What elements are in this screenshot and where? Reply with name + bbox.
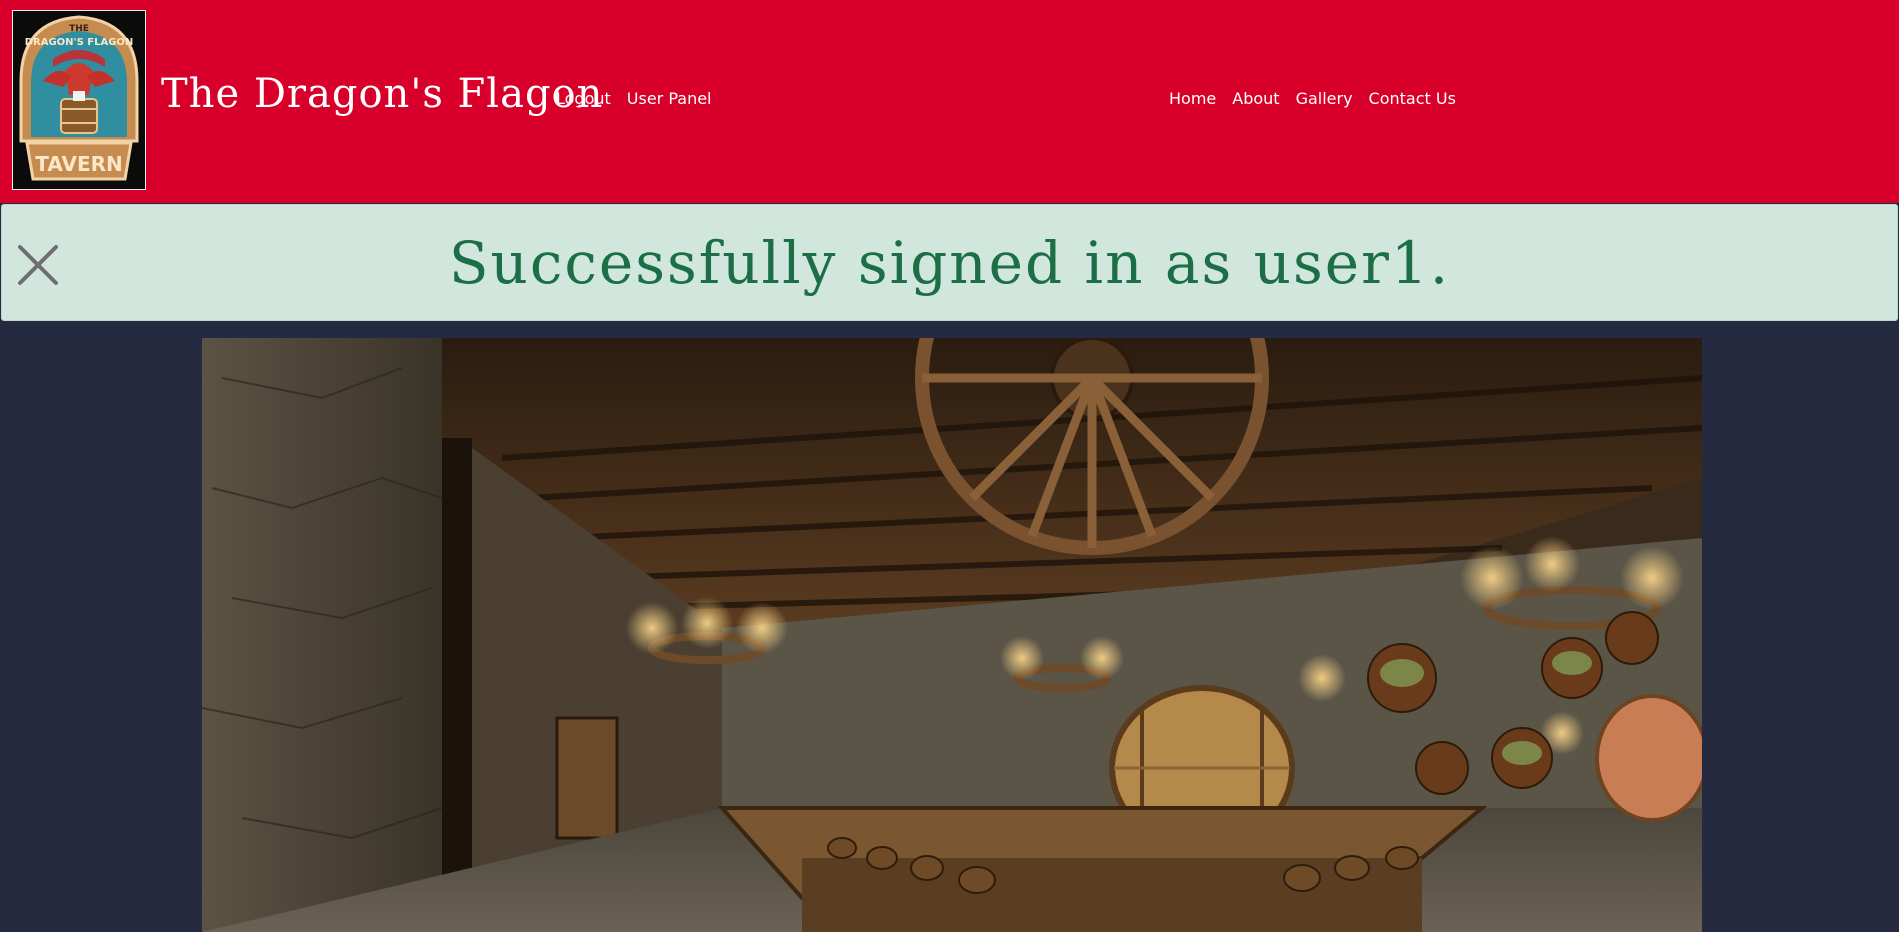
nav-gallery-link[interactable]: Gallery <box>1296 88 1353 110</box>
site-title: The Dragon's Flagon <box>161 71 604 117</box>
nav-contact-us-link[interactable]: Contact Us <box>1369 88 1456 110</box>
tavern-logo-image: THE DRAGON'S FLAGON TAVERN <box>13 11 145 189</box>
logout-link[interactable]: Logout <box>556 88 611 110</box>
user-panel-link[interactable]: User Panel <box>627 88 712 110</box>
logo-arc-text: DRAGON'S FLAGON <box>25 37 134 48</box>
alert-message: Successfully signed in as user1. <box>448 229 1451 297</box>
main-nav: Home About Gallery Contact Us <box>1169 88 1456 110</box>
logo-bottom-text: TAVERN <box>35 152 123 176</box>
logo-top-text: THE <box>69 24 89 34</box>
nav-about-link[interactable]: About <box>1232 88 1279 110</box>
user-nav: Logout User Panel <box>556 88 712 110</box>
success-alert: Successfully signed in as user1. <box>1 204 1898 321</box>
site-header: THE DRAGON'S FLAGON TAVERN The Dragon's … <box>0 0 1899 203</box>
tavern-logo[interactable]: THE DRAGON'S FLAGON TAVERN <box>12 10 146 190</box>
tavern-interior-photo <box>202 338 1702 932</box>
nav-home-link[interactable]: Home <box>1169 88 1216 110</box>
